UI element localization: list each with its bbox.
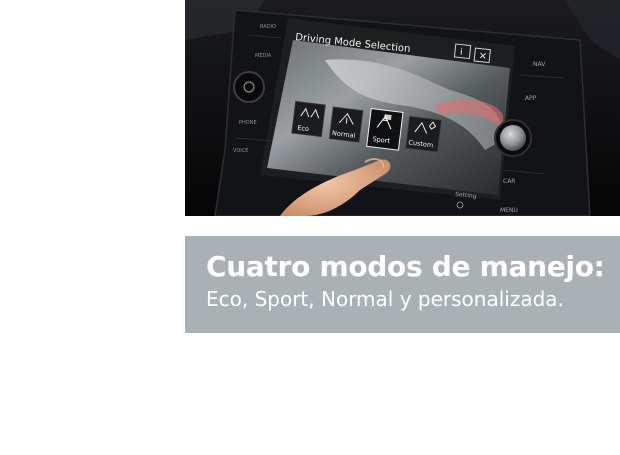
svg-text:×: × [478,50,487,62]
caption-title: Cuatro modos de manejo: [206,250,605,283]
side-button-media[interactable]: MEDIA [255,53,272,59]
caption-subtitle: Eco, Sport, Normal y personalizada. [206,287,564,311]
side-button-phone[interactable]: PHONE [239,120,257,126]
mode-tile-eco[interactable]: Eco [291,100,326,138]
infotainment-illustration: Driving Mode Selection i × Eco Normal Sp… [185,0,620,216]
side-button-nav[interactable]: NAV [533,61,546,68]
side-button-menu[interactable]: MENU [500,207,518,214]
mode-tile-custom[interactable]: Custom [405,115,442,153]
mode-tile-sport[interactable]: Sport [366,108,404,151]
side-button-voice[interactable]: VOICE [233,148,248,154]
side-button-car[interactable]: CAR [503,178,515,185]
caption-banner: Cuatro modos de manejo: Eco, Sport, Norm… [185,236,620,333]
tune-knob[interactable] [500,125,526,151]
infotainment-photo: Driving Mode Selection i × Eco Normal Sp… [185,0,620,216]
side-button-app[interactable]: APP [525,95,537,102]
mode-tile-normal[interactable]: Normal [328,106,364,143]
mode-label-eco: Eco [297,124,310,133]
volume-knob[interactable] [233,71,265,103]
side-button-radio[interactable]: RADIO [260,24,276,30]
